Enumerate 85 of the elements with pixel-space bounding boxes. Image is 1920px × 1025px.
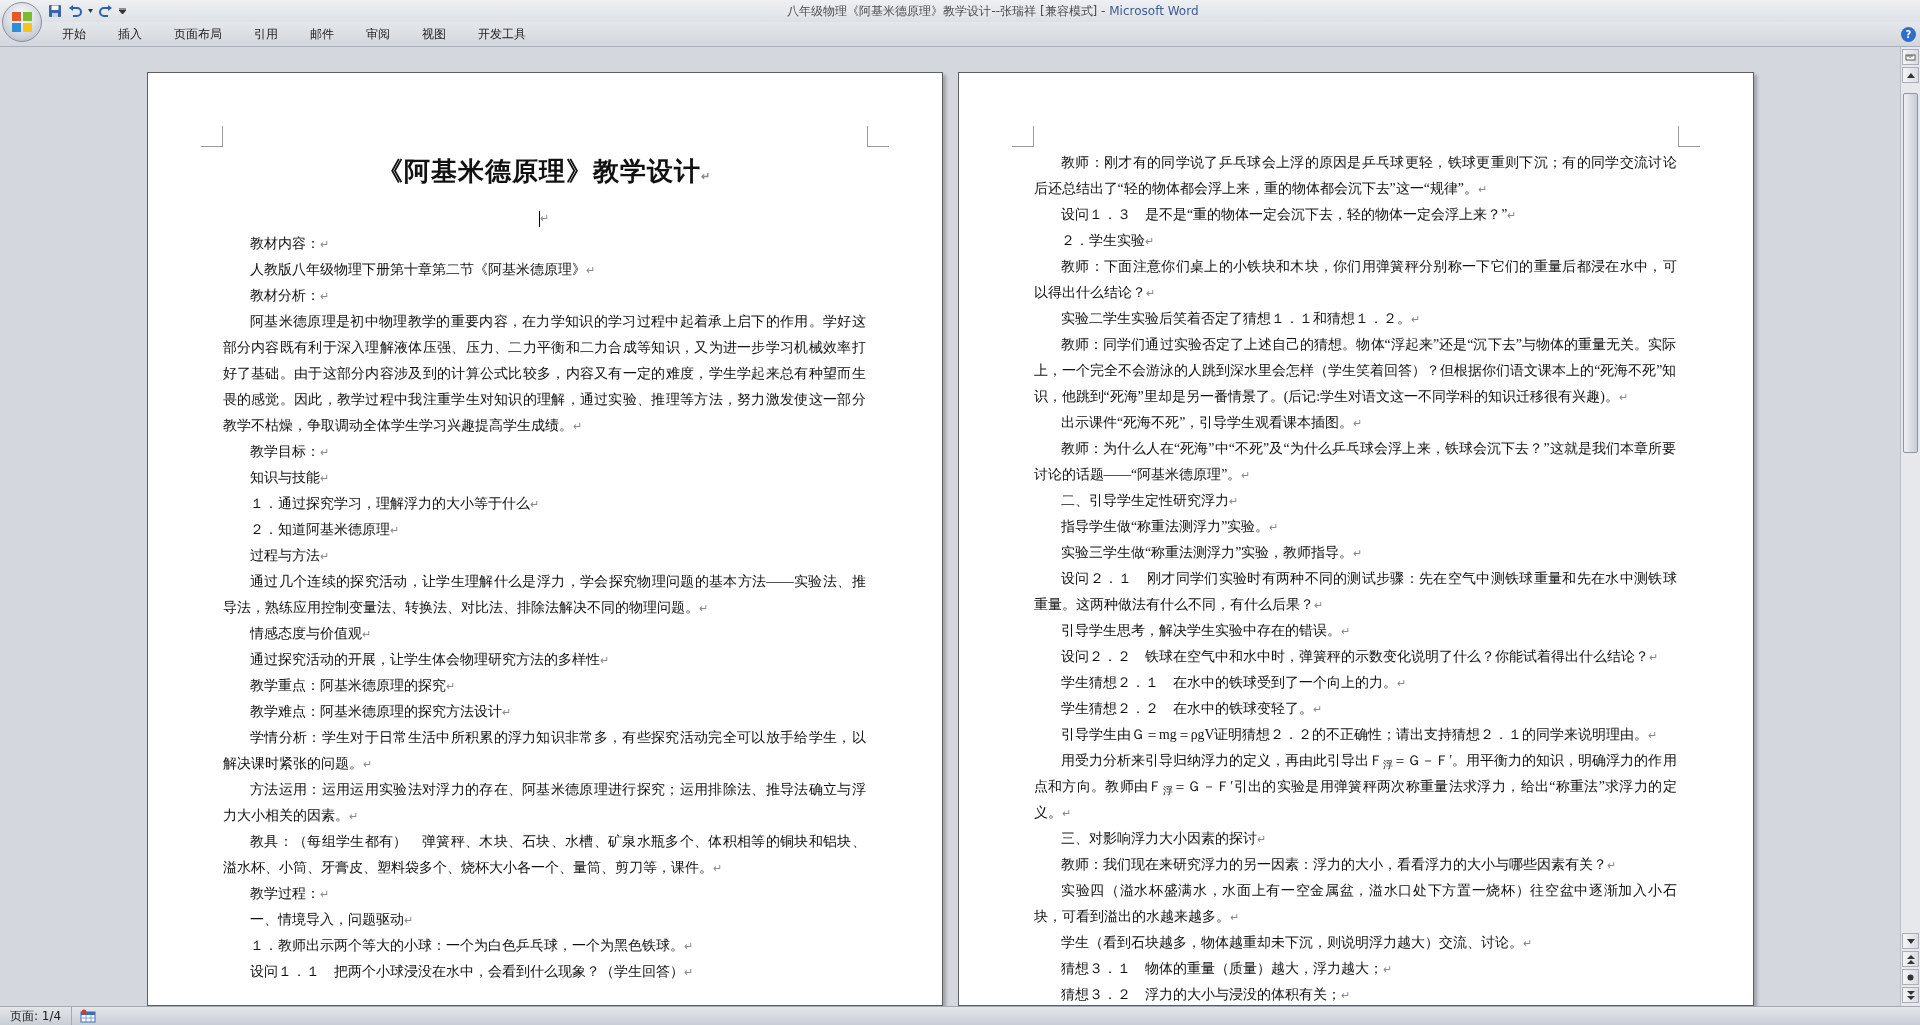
paragraph: 三、对影响浮力大小因素的探讨↵ — [1060, 830, 1268, 848]
previous-page-button[interactable] — [1902, 951, 1919, 967]
paragraph: 阿基米德原理是初中物理教学的重要内容，在力学知识的学习过程中起着承上启下的作用。学好这部分内容既有利于深入理解液体压强、压力、二力平衡和二力合成等知识，又为进一步学习机械效率打好了基础。由于这部分内容涉及到的计算公式比较多，内容又有一定的难度，学生学起来总有种望而生畏的感觉。因此，教学过程中我注重学生对知识的理解，通过实验、推理等方法，努力激发使这一部分教学不枯燥，争取调动全体学生学习兴趣提高学生成绩。↵ — [222, 313, 866, 435]
paragraph: 用受力分析来引导归纳浮力的定义，再由此引导出Ｆ$_{浮}$＝Ｇ－Ｆ′。用平衡力的知识，明确浮力的作用点和方向。教师由Ｆ$_{浮}$＝Ｇ－Ｆ′引出的实验是用弹簧秤两次称重量法求浮力，给出“称重法”求浮力的定义。↵ — [1033, 752, 1677, 822]
app-name: Microsoft Word — [1109, 4, 1199, 18]
paragraph: 一、情境导入，问题驱动↵ — [249, 911, 415, 929]
paragraph: 引导学生思考，解决学生实验中存在的错误。↵ — [1060, 622, 1352, 640]
paragraph: 指导学生做“称重法测浮力”实验。↵ — [1060, 518, 1280, 536]
paragraph: 实验三学生做“称重法测浮力”实验，教师指导。↵ — [1060, 544, 1364, 562]
paragraph-mark: ↵ — [701, 170, 711, 182]
office-button[interactable] — [2, 2, 42, 42]
next-page-button[interactable] — [1902, 987, 1919, 1003]
paragraph: ２．知道阿基米德原理↵ — [249, 521, 401, 539]
paragraph: 教材内容：↵ — [249, 235, 331, 253]
paragraph: １．通过探究学习，理解浮力的大小等于什么↵ — [249, 495, 541, 513]
paragraph: 实验四（溢水杯盛满水，水面上有一空金属盆，溢水口处下方置一烧杯）往空盆中逐渐加入小石块，可看到溢出的水越来越多。↵ — [1033, 882, 1677, 926]
paragraph: ２．学生实验↵ — [1060, 232, 1156, 250]
paragraph: 设问１．１ 把两个小球浸没在水中，会看到什么现象？（学生回答）↵ — [249, 963, 695, 981]
paragraph: 教学难点：阿基米德原理的探究方法设计↵ — [249, 703, 513, 721]
paragraph: 二、引导学生定性研究浮力↵ — [1060, 492, 1240, 510]
down-arrow-icon — [1906, 938, 1915, 944]
crop-mark — [1011, 126, 1034, 147]
office-logo-icon — [10, 10, 34, 34]
paragraph: 通过几个连续的探究活动，让学生理解什么是浮力，学会探究物理问题的基本方法——实验法、推导法，熟练应用控制变量法、转换法、对比法、排除法解决不同的物理问题。↵ — [222, 573, 866, 617]
text-cursor — [539, 210, 540, 227]
paragraph: 通过探究活动的开展，让学生体会物理研究方法的多样性↵ — [249, 651, 611, 669]
paragraph: 教学目标：↵ — [249, 443, 331, 461]
paragraph: 学生猜想２．１ 在水中的铁球受到了一个向上的力。↵ — [1060, 674, 1408, 692]
paragraph-mark: ↵ — [540, 212, 549, 224]
paragraph: 猜想３．２ 浮力的大小与浸没的体积有关；↵ — [1060, 986, 1352, 1004]
paragraph: 过程与方法↵ — [249, 547, 331, 565]
paragraph: 教师：下面注意你们桌上的小铁块和木块，你们用弹簧秤分别称一下它们的重量后都浸在水中，可以得出什么结论？↵ — [1033, 258, 1677, 302]
paragraph: 知识与技能↵ — [249, 469, 331, 487]
ribbon-tab[interactable]: 开始 — [48, 23, 100, 45]
crop-mark — [200, 126, 223, 147]
paragraph: 设问１．３ 是不是“重的物体一定会沉下去，轻的物体一定会浮上来？”↵ — [1060, 206, 1518, 224]
ribbon-tab[interactable]: 开发工具 — [464, 23, 540, 45]
scroll-up-button[interactable] — [1902, 67, 1919, 83]
crop-mark — [1677, 126, 1700, 147]
paragraph: 教师：刚才有的同学说了乒乓球会上浮的原因是乒乓球更轻，铁球更重则下沉；有的同学交流讨论后还总结出了“轻的物体都会浮上来，重的物体都会沉下去”这一“规律”。↵ — [1033, 154, 1677, 198]
paragraph: 出示课件“死海不死”，引导学生观看课本插图。↵ — [1060, 414, 1364, 432]
customize-caret-icon[interactable] — [119, 8, 126, 14]
page-count: 页面: 1/4 — [0, 1007, 73, 1025]
ribbon-tab[interactable]: 插入 — [104, 23, 156, 45]
paragraph: 学情分析：学生对于日常生活中所积累的浮力知识非常多，有些探究活动完全可以放手给学生，以解决课时紧张的问题。↵ — [222, 729, 866, 773]
paragraph: 情感态度与价值观↵ — [248, 625, 373, 643]
browse-object-button[interactable] — [1902, 969, 1919, 985]
macro-record-icon[interactable] — [80, 1009, 97, 1023]
scroll-down-button[interactable] — [1902, 933, 1919, 949]
redo-icon[interactable] — [99, 4, 113, 18]
paragraph: 实验二学生实验后笑着否定了猜想１．１和猜想１．２。↵ — [1060, 310, 1422, 328]
paragraph: 设问２．２ 铁球在空气中和水中时，弹簧秤的示数变化说明了什么？你能试着得出什么结论？↵ — [1060, 648, 1660, 666]
dot-icon — [1907, 973, 1914, 981]
undo-icon[interactable] — [68, 4, 82, 18]
document-title: 《阿基米德原理》教学设计 — [377, 157, 701, 186]
ribbon-tab[interactable]: 视图 — [408, 23, 460, 45]
ribbon-tab[interactable]: 页面布局 — [160, 23, 236, 45]
paragraph: 引导学生由Ｇ＝mg＝ρgV证明猜想２．２的不正确性；请出支持猜想２．１的同学来说明理由。↵ — [1060, 726, 1659, 744]
double-down-arrow-icon — [1906, 990, 1915, 1000]
paragraph: 人教版八年级物理下册第十章第二节《阿基米德原理》↵ — [249, 261, 597, 279]
ruler-toggle-icon[interactable] — [1902, 49, 1919, 65]
ribbon-tab[interactable]: 邮件 — [296, 23, 348, 45]
paragraph: 猜想３．１ 物体的重量（质量）越大，浮力越大；↵ — [1060, 960, 1394, 978]
window-title: 八年级物理《阿基米德原理》教学设计--张瑞祥 [兼容模式] - — [787, 4, 1107, 18]
paragraph: 教材分析：↵ — [249, 287, 331, 305]
crop-mark — [866, 126, 889, 147]
ribbon-tab[interactable]: 审阅 — [352, 23, 404, 45]
caret-icon[interactable] — [88, 9, 93, 13]
paragraph: 教师：我们现在来研究浮力的另一因素：浮力的大小，看看浮力的大小与哪些因素有关？↵ — [1060, 856, 1618, 874]
ribbon-tab[interactable]: 引用 — [240, 23, 292, 45]
help-button[interactable]: ? — [1901, 26, 1916, 42]
save-icon[interactable] — [48, 4, 62, 18]
paragraph: 学生猜想２．２ 在水中的铁球变轻了。↵ — [1060, 700, 1324, 718]
paragraph: 教师：同学们通过实验否定了上述自己的猜想。物体“浮起来”还是“沉下去”与物体的重量无关。实际上，一个完全不会游泳的人跳到深水里会怎样（学生笑着回答）？但根据你们语文课本上的“死海不死”知识，他跳到“死海”里却是另一番情景了。(后记:学生对语文这一不同学科的知识迁移很有兴趣)。↵ — [1033, 336, 1677, 406]
paragraph: 教具：（每组学生都有） 弹簧秤、木块、石块、水槽、矿泉水瓶多个、体积相等的铜块和铝块、溢水杯、小筒、牙膏皮、塑料袋多个、烧杯大小各一个、量筒、剪刀等，课件。↵ — [222, 833, 866, 877]
paragraph: 方法运用：运用运用实验法对浮力的存在、阿基米德原理进行探究；运用排除法、推导法确立与浮力大小相关的因素。↵ — [222, 781, 866, 825]
paragraph: 学生（看到石块越多，物体越重却未下沉，则说明浮力越大）交流、讨论。↵ — [1060, 934, 1534, 952]
paragraph: 教师：为什么人在“死海”中“不死”及“为什么乒乓球会浮上来，铁球会沉下去？”这就是我们本章所要讨论的话题——“阿基米德原理”。↵ — [1033, 440, 1677, 484]
paragraph: 教学过程：↵ — [249, 885, 331, 903]
paragraph: １．教师出示两个等大的小球：一个为白色乒乓球，一个为黑色铁球。↵ — [249, 937, 695, 955]
up-arrow-icon — [1906, 72, 1915, 78]
paragraph: 教学重点：阿基米德原理的探究↵ — [249, 677, 457, 695]
scroll-thumb[interactable] — [1903, 93, 1918, 453]
paragraph: 设问２．１ 刚才同学们实验时有两种不同的测试步骤：先在空气中测铁球重量和先在水中测铁球重量。这两种做法有什么不同，有什么后果？↵ — [1033, 570, 1677, 614]
double-up-arrow-icon — [1906, 954, 1915, 964]
